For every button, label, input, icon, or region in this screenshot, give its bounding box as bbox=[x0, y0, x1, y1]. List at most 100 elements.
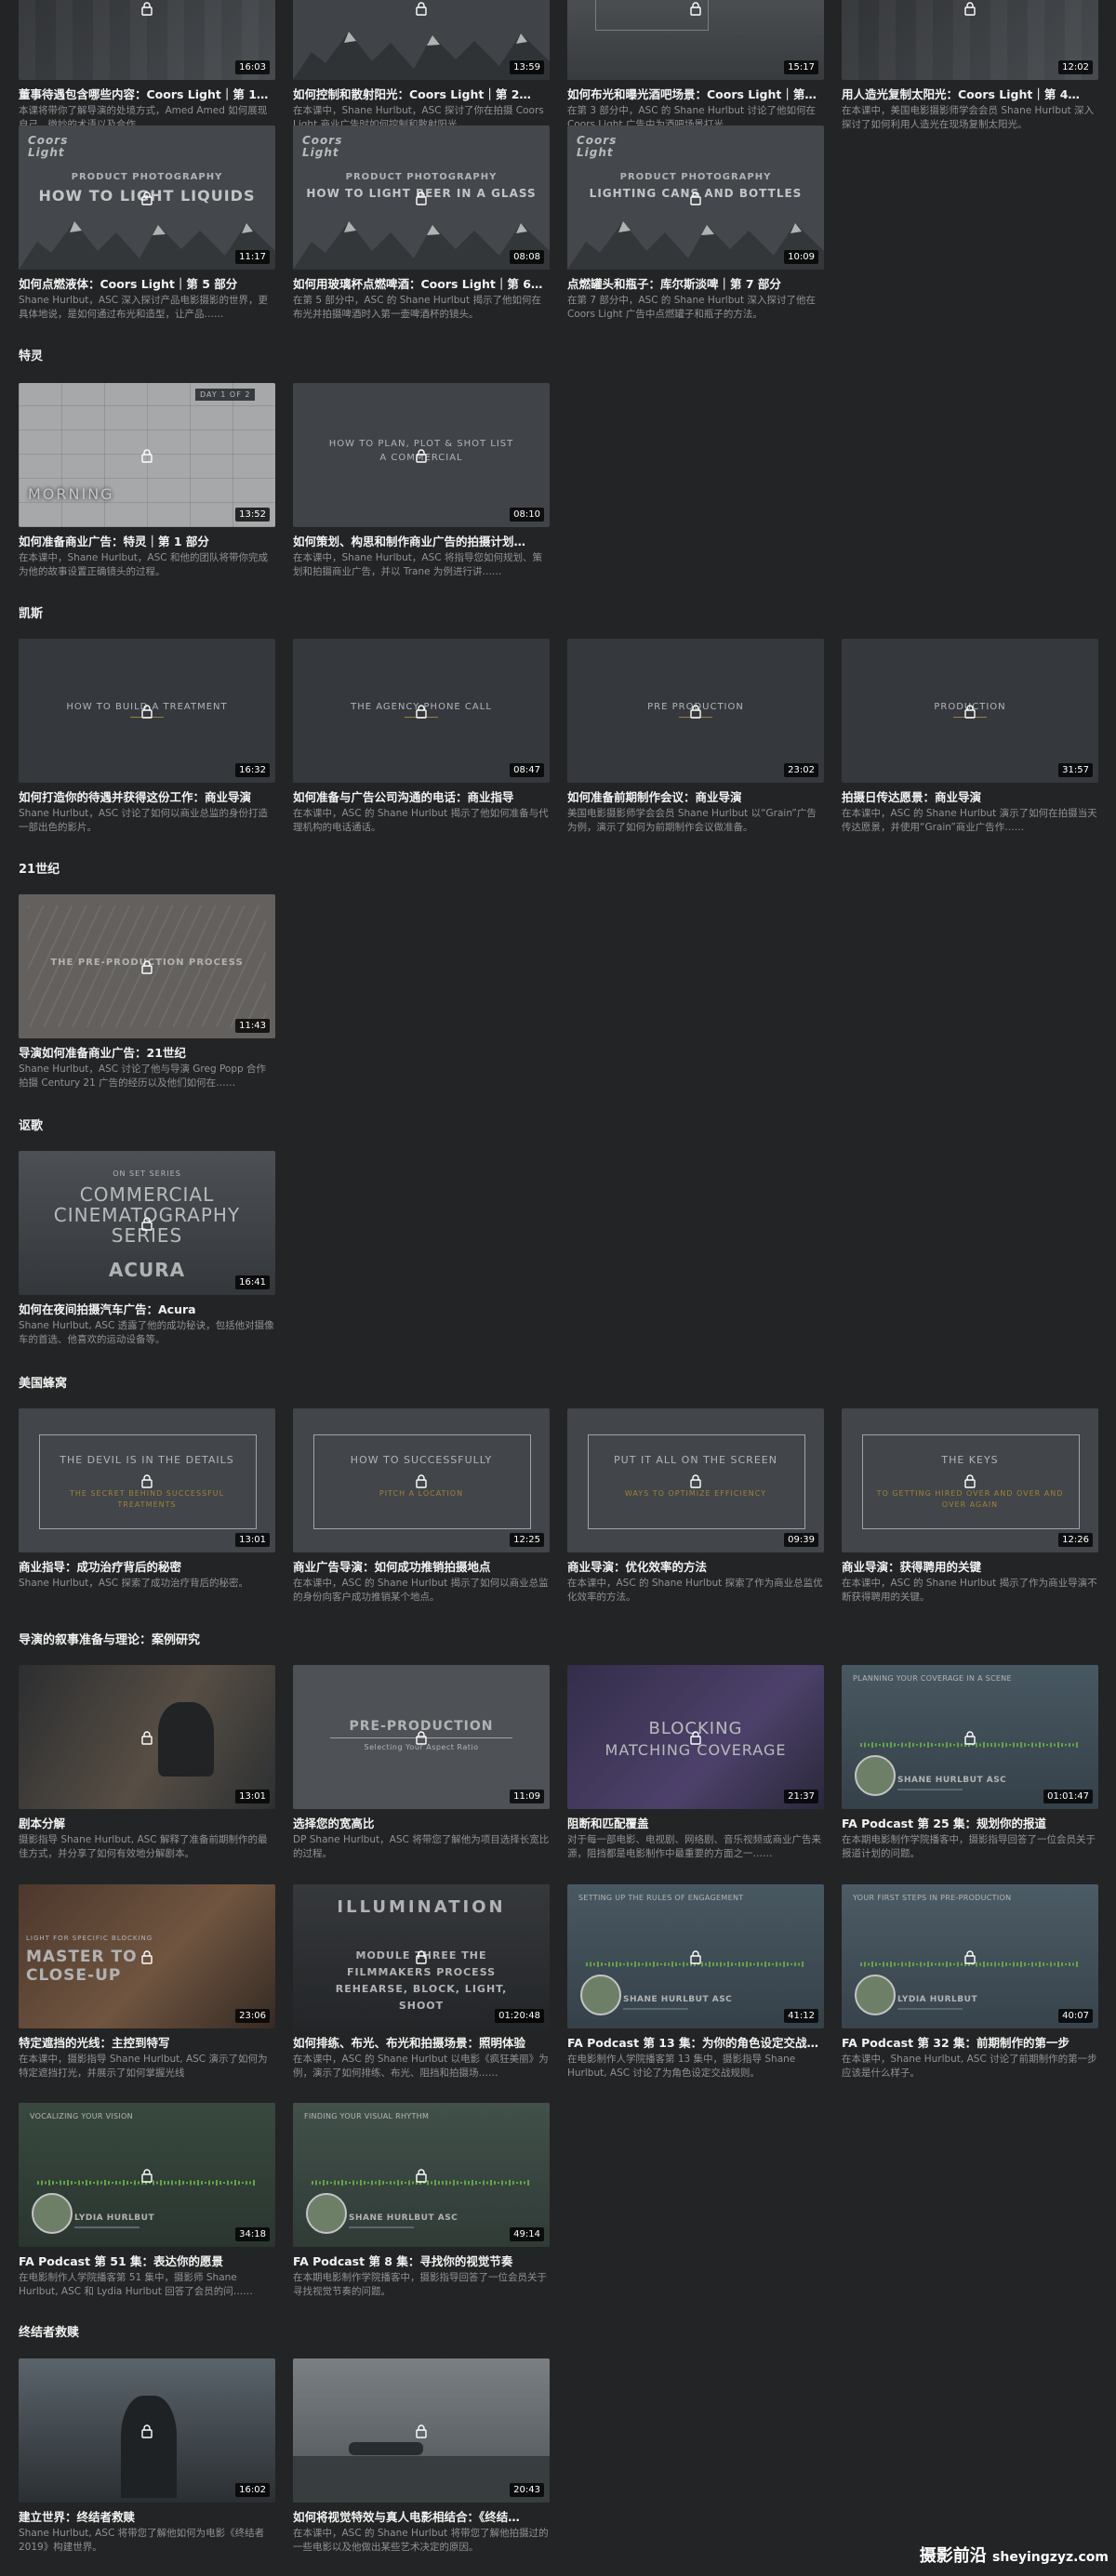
card-title[interactable]: FA Podcast 第 13 集：为你的角色设定交战… bbox=[567, 2035, 824, 2051]
duration-badge: 23:06 bbox=[235, 2009, 270, 2023]
course-card[interactable]: LIGHT FOR SPECIFIC BLOCKING MASTER TO CLO… bbox=[19, 1884, 275, 2081]
card-title[interactable]: 如何准备前期制作会议：商业导演 bbox=[567, 789, 824, 805]
video-thumbnail[interactable]: ON SET SERIES COMMERCIAL CINEMATOGRAPHY S… bbox=[19, 1151, 275, 1295]
course-card[interactable]: 12:02 用人造光复制太阳光：Coors Light｜第 4… 在本课中，美国电影… bbox=[842, 0, 1098, 132]
card-title[interactable]: 如何排练、布光、布光和拍摄场景：照明体验 bbox=[293, 2035, 550, 2051]
course-card[interactable]: Coors Light PRODUCT PHOTOGRAPHY HOW TO LIG… bbox=[19, 125, 275, 322]
card-title[interactable]: 如何准备与广告公司沟通的电话：商业指导 bbox=[293, 789, 550, 805]
video-thumbnail[interactable]: THE PRE-PRODUCTION PROCESS 11:43 bbox=[19, 894, 275, 1038]
course-card[interactable]: PRODUCTION 31:57 拍摄日传达愿景：商业导演 在本课中，ASC 的 Sh… bbox=[842, 639, 1098, 835]
card-title[interactable]: FA Podcast 第 51 集：表达你的愿景 bbox=[19, 2253, 275, 2269]
video-thumbnail[interactable]: LIGHT FOR SPECIFIC BLOCKING MASTER TO CLO… bbox=[19, 1884, 275, 2028]
course-card[interactable]: THE KEYS TO GETTING HIRED OVER AND OVER A… bbox=[842, 1408, 1098, 1605]
course-card[interactable]: 13:59 如何控制和散射阳光：Coors Light｜第 2… 在本课中，Shan… bbox=[293, 0, 550, 132]
course-card[interactable]: 15:17 如何布光和曝光酒吧场景：Coors Light｜第… 在第 3 部分中，… bbox=[567, 0, 824, 132]
video-thumbnail[interactable]: PRE-PRODUCTION Selecting Your Aspect Rati… bbox=[293, 1665, 550, 1809]
card-title[interactable]: 如何点燃液体：Coors Light｜第 5 部分 bbox=[19, 276, 275, 292]
course-card[interactable]: 16:03 董事待遇包含哪些内容：Coors Light｜第 1… 本课将带你了解导… bbox=[19, 0, 275, 132]
course-card[interactable]: HOW TO PLAN, PLOT & SHOT LIST A COMMERCIA… bbox=[293, 383, 550, 579]
video-thumbnail[interactable]: THE KEYS TO GETTING HIRED OVER AND OVER A… bbox=[842, 1408, 1098, 1552]
course-card[interactable]: YOUR FIRST STEPS IN PRE-PRODUCTION LYDIA … bbox=[842, 1884, 1098, 2081]
card-title[interactable]: 如何将视觉特效与真人电影相结合：《终结… bbox=[293, 2509, 550, 2525]
card-title[interactable]: 商业指导：成功治疗背后的秘密 bbox=[19, 1559, 275, 1575]
course-card[interactable]: VOCALIZING YOUR VISION LYDIA HURLBUT 34:18… bbox=[19, 2103, 275, 2299]
video-thumbnail[interactable]: HOW TO BUILD A TREATMENT 16:32 bbox=[19, 639, 275, 783]
card-title[interactable]: FA Podcast 第 32 集：前期制作的第一步 bbox=[842, 2035, 1098, 2051]
video-thumbnail[interactable]: BLOCKING MATCHING COVERAGE 21:37 bbox=[567, 1665, 824, 1809]
video-thumbnail[interactable]: PRODUCTION 31:57 bbox=[842, 639, 1098, 783]
card-title[interactable]: 剧本分解 bbox=[19, 1816, 275, 1831]
video-thumbnail[interactable]: THE DEVIL IS IN THE DETAILS THE SECRET BE… bbox=[19, 1408, 275, 1552]
course-card[interactable]: PRE-PRODUCTION Selecting Your Aspect Rati… bbox=[293, 1665, 550, 1861]
course-card[interactable]: PUT IT ALL ON THE SCREEN WAYS TO OPTIMIZE… bbox=[567, 1408, 824, 1605]
card-title[interactable]: 如何准备商业广告：特灵｜第 1 部分 bbox=[19, 534, 275, 549]
course-card[interactable]: 16:02 建立世界：终结者救赎 Shane Hurlbut, ASC 将带您了解他… bbox=[19, 2358, 275, 2555]
card-description: 对于每一部电影、电视剧、网络剧、音乐视频或商业广告来源，阻挡都是电影制作中最重要… bbox=[567, 1834, 821, 1859]
card-title[interactable]: 如何用玻璃杯点燃啤酒：Coors Light｜第 6… bbox=[293, 276, 550, 292]
card-title[interactable]: 董事待遇包含哪些内容：Coors Light｜第 1… bbox=[19, 86, 275, 102]
video-thumbnail[interactable]: 12:02 bbox=[842, 0, 1098, 80]
video-thumbnail[interactable]: 20:43 bbox=[293, 2358, 550, 2503]
card-title[interactable]: 如何控制和散射阳光：Coors Light｜第 2… bbox=[293, 86, 550, 102]
course-card[interactable]: THE AGENCY PHONE CALL 08:47 如何准备与广告公司沟通的电话… bbox=[293, 639, 550, 835]
card-title[interactable]: 建立世界：终结者救赎 bbox=[19, 2509, 275, 2525]
video-thumbnail[interactable]: YOUR FIRST STEPS IN PRE-PRODUCTION LYDIA … bbox=[842, 1884, 1098, 2028]
course-card[interactable]: HOW TO SUCCESSFULLY PITCH A LOCATION 12:25… bbox=[293, 1408, 550, 1605]
video-thumbnail[interactable]: 13:59 bbox=[293, 0, 550, 80]
card-title[interactable]: FA Podcast 第 8 集：寻找你的视觉节奏 bbox=[293, 2253, 550, 2269]
course-card[interactable]: THE PRE-PRODUCTION PROCESS 11:43 导演如何准备商业广… bbox=[19, 894, 275, 1090]
card-title[interactable]: 导演如何准备商业广告：21世纪 bbox=[19, 1045, 275, 1061]
card-title[interactable]: 拍摄日传达愿景：商业导演 bbox=[842, 789, 1098, 805]
video-thumbnail[interactable]: 16:03 bbox=[19, 0, 275, 80]
video-thumbnail[interactable]: 16:02 bbox=[19, 2358, 275, 2503]
course-card[interactable]: BLOCKING MATCHING COVERAGE 21:37 阻断和匹配覆盖对于每… bbox=[567, 1665, 824, 1861]
video-thumbnail[interactable]: Coors Light PRODUCT PHOTOGRAPHY LIGHTING C… bbox=[567, 125, 824, 270]
card-title[interactable]: 用人造光复制太阳光：Coors Light｜第 4… bbox=[842, 86, 1098, 102]
video-thumbnail[interactable]: PUT IT ALL ON THE SCREEN WAYS TO OPTIMIZE… bbox=[567, 1408, 824, 1552]
card-title[interactable]: 商业导演：优化效率的方法 bbox=[567, 1559, 824, 1575]
video-thumbnail[interactable]: 15:17 bbox=[567, 0, 824, 80]
video-thumbnail[interactable]: Coors Light PRODUCT PHOTOGRAPHY HOW TO LIG… bbox=[19, 125, 275, 270]
card-title[interactable]: 阻断和匹配覆盖 bbox=[567, 1816, 824, 1831]
course-card[interactable]: Coors Light PRODUCT PHOTOGRAPHY LIGHTING C… bbox=[567, 125, 824, 322]
course-card[interactable]: PRE PRODUCTION 23:02 如何准备前期制作会议：商业导演 美国电影摄影… bbox=[567, 639, 824, 835]
video-thumbnail[interactable]: ILLUMINATION MODULE THREE THE FILMMAKERS … bbox=[293, 1884, 550, 2028]
card-title[interactable]: FA Podcast 第 25 集：规划你的报道 bbox=[842, 1816, 1098, 1831]
card-title[interactable]: 特定遮挡的光线：主控到特写 bbox=[19, 2035, 275, 2051]
course-card[interactable]: HOW TO BUILD A TREATMENT 16:32 如何打造你的待遇并获得… bbox=[19, 639, 275, 835]
card-title[interactable]: 选择您的宽高比 bbox=[293, 1816, 550, 1831]
lock-icon bbox=[416, 2168, 427, 2183]
video-thumbnail[interactable]: SETTING UP THE RULES OF ENGAGEMENT SHANE … bbox=[567, 1884, 824, 2028]
video-thumbnail[interactable]: PLANNING YOUR COVERAGE IN A SCENE SHANE H… bbox=[842, 1665, 1098, 1809]
video-thumbnail[interactable]: Coors Light PRODUCT PHOTOGRAPHY HOW TO LIG… bbox=[293, 125, 550, 270]
duration-badge: 10:09 bbox=[784, 250, 818, 264]
video-thumbnail[interactable]: FINDING YOUR VISUAL RHYTHM SHANE HURLBUT … bbox=[293, 2103, 550, 2247]
card-title[interactable]: 商业广告导演：如何成功推销拍摄地点 bbox=[293, 1559, 550, 1575]
video-thumbnail[interactable]: HOW TO SUCCESSFULLY PITCH A LOCATION 12:25 bbox=[293, 1408, 550, 1552]
duration-badge: 20:43 bbox=[510, 2483, 544, 2497]
course-card[interactable]: PLANNING YOUR COVERAGE IN A SCENE SHANE H… bbox=[842, 1665, 1098, 1861]
course-card[interactable]: 13:01 剧本分解 摄影指导 Shane Hurlbut, ASC 解释了准备前期… bbox=[19, 1665, 275, 1861]
card-title[interactable]: 点燃罐头和瓶子：库尔斯淡啤｜第 7 部分 bbox=[567, 276, 824, 292]
video-thumbnail[interactable]: HOW TO PLAN, PLOT & SHOT LIST A COMMERCIA… bbox=[293, 383, 550, 527]
course-card[interactable]: ILLUMINATION MODULE THREE THE FILMMAKERS … bbox=[293, 1884, 550, 2081]
video-thumbnail[interactable]: DAY 1 OF 2 MORNING 13:52 bbox=[19, 383, 275, 527]
lock-icon bbox=[141, 959, 153, 974]
course-card[interactable]: 20:43 如何将视觉特效与真人电影相结合：《终结… 在本课中，ASC 的 Shan… bbox=[293, 2358, 550, 2555]
course-card[interactable]: Coors Light PRODUCT PHOTOGRAPHY HOW TO LIG… bbox=[293, 125, 550, 322]
course-card[interactable]: FINDING YOUR VISUAL RHYTHM SHANE HURLBUT … bbox=[293, 2103, 550, 2299]
lock-icon bbox=[690, 1473, 701, 1488]
video-thumbnail[interactable]: 13:01 bbox=[19, 1665, 275, 1809]
course-card[interactable]: THE DEVIL IS IN THE DETAILS THE SECRET BE… bbox=[19, 1408, 275, 1605]
course-card[interactable]: DAY 1 OF 2 MORNING 13:52 如何准备商业广告：特灵｜第 1 部分… bbox=[19, 383, 275, 579]
course-card[interactable]: ON SET SERIES COMMERCIAL CINEMATOGRAPHY S… bbox=[19, 1151, 275, 1347]
card-title[interactable]: 商业导演：获得聘用的关键 bbox=[842, 1559, 1098, 1575]
card-title[interactable]: 如何打造你的待遇并获得这份工作：商业导演 bbox=[19, 789, 275, 805]
card-title[interactable]: 如何策划、构思和制作商业广告的拍摄计划… bbox=[293, 534, 550, 549]
course-card[interactable]: SETTING UP THE RULES OF ENGAGEMENT SHANE … bbox=[567, 1884, 824, 2081]
video-thumbnail[interactable]: PRE PRODUCTION 23:02 bbox=[567, 639, 824, 783]
video-thumbnail[interactable]: VOCALIZING YOUR VISION LYDIA HURLBUT 34:18 bbox=[19, 2103, 275, 2247]
card-title[interactable]: 如何在夜间拍摄汽车广告：Acura bbox=[19, 1301, 275, 1317]
card-title[interactable]: 如何布光和曝光酒吧场景：Coors Light｜第… bbox=[567, 86, 824, 102]
video-thumbnail[interactable]: THE AGENCY PHONE CALL 08:47 bbox=[293, 639, 550, 783]
